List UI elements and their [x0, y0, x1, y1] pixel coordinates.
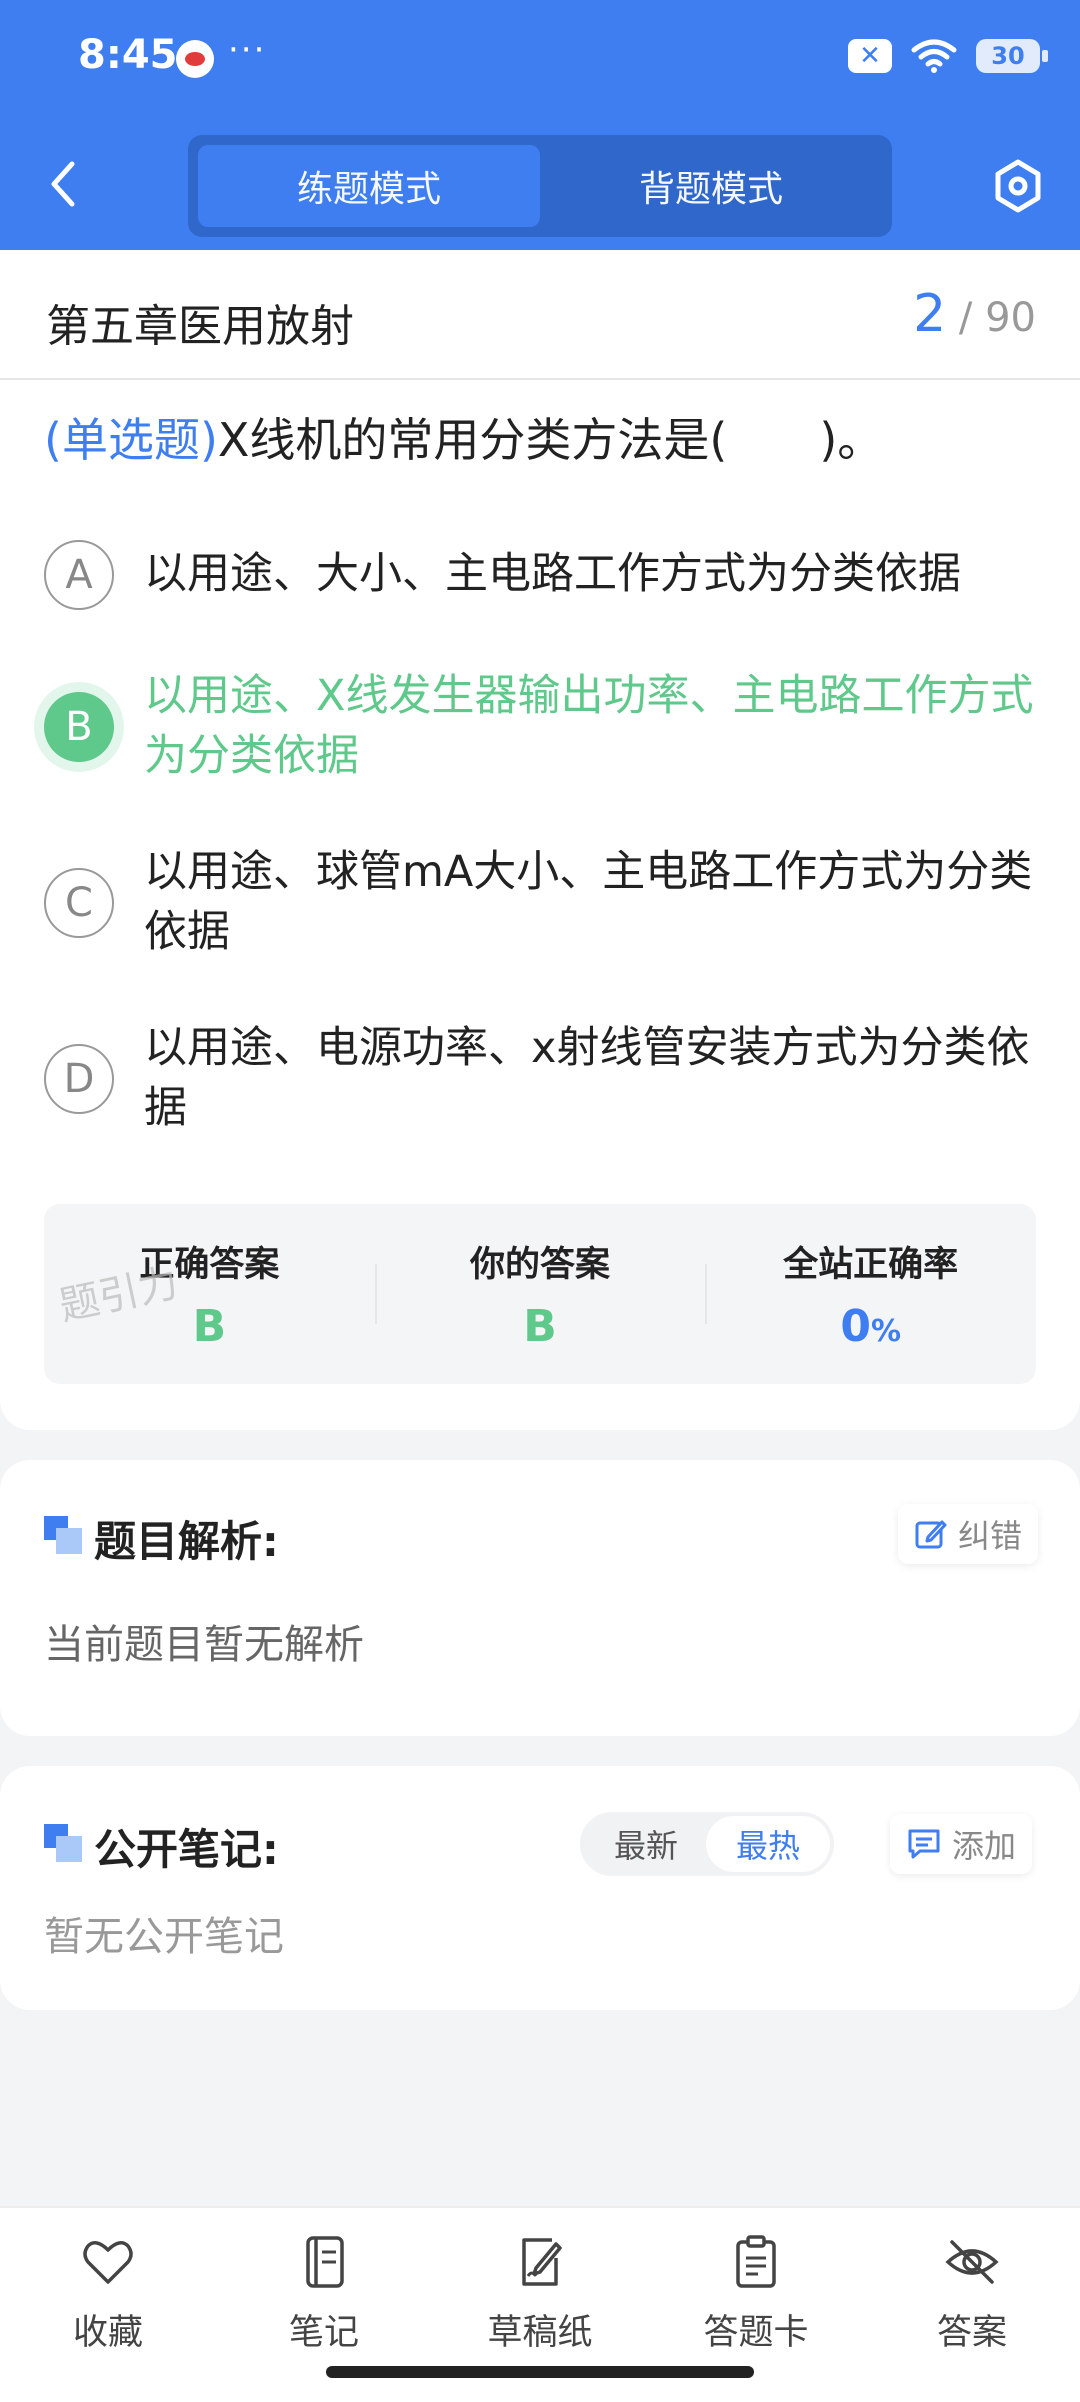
question-type: (单选题) [44, 413, 218, 467]
answer-sheet-icon [736, 2235, 776, 2288]
question-counter: 2 / 90 [913, 284, 1036, 344]
nav-answer[interactable]: 答案 [864, 2208, 1080, 2402]
add-note-button[interactable]: 添加 [890, 1814, 1033, 1874]
sort-latest[interactable]: 最新 [584, 1816, 708, 1872]
home-indicator[interactable] [326, 2366, 754, 2378]
edit-icon [915, 1520, 947, 1549]
analysis-title: 题目解析: [94, 1517, 279, 1566]
section-square-icon [44, 1824, 82, 1862]
option-d[interactable]: D 以用途、电源功率、x射线管安装方式为分类依据 [44, 1016, 1044, 1138]
status-time: 8:45 [78, 32, 178, 78]
analysis-card [0, 1460, 1080, 1736]
option-text: 以用途、大小、主电路工作方式为分类依据 [144, 549, 961, 599]
comment-icon [908, 1829, 940, 1859]
option-letter: D [44, 1044, 114, 1114]
notes-sort-toggle: 最新 最热 [580, 1812, 834, 1876]
option-c[interactable]: C 以用途、球管mA大小、主电路工作方式为分类依据 [44, 840, 1044, 962]
total-questions: / 90 [958, 295, 1036, 341]
option-text: 以用途、电源功率、x射线管安装方式为分类依据 [144, 1023, 1030, 1133]
draft-icon [522, 2238, 562, 2286]
nav-notes-label: 笔记 [288, 2313, 359, 2353]
chapter-title: 第五章医用放射 [46, 301, 354, 352]
site-correct-rate-value: 0% [840, 1301, 901, 1352]
status-more-dots: ··· [228, 30, 267, 70]
back-icon[interactable] [46, 160, 80, 208]
rate-number: 0 [840, 1301, 871, 1352]
no-sim-icon: ✕ [848, 39, 892, 73]
notes-title: 公开笔记: [94, 1825, 279, 1874]
tab-memorize-mode[interactable]: 背题模式 [540, 145, 882, 227]
option-a[interactable]: A 以用途、大小、主电路工作方式为分类依据 [44, 540, 1044, 610]
current-question-number: 2 [913, 284, 947, 344]
mode-toggle: 练题模式 背题模式 [188, 135, 892, 237]
question-text: (单选题)X线机的常用分类方法是( )。 [44, 408, 1044, 472]
site-correct-rate: 全站正确率 0% [705, 1204, 1036, 1384]
notebook-icon [306, 2236, 344, 2288]
option-text: 以用途、球管mA大小、主电路工作方式为分类依据 [144, 847, 1033, 957]
answer-summary: 正确答案 B 你的答案 B 全站正确率 0% [44, 1204, 1036, 1384]
your-answer-label: 你的答案 [470, 1245, 611, 1285]
notes-body: 暂无公开笔记 [44, 1914, 284, 1960]
notification-app-icon [176, 40, 214, 78]
tab-practice-mode[interactable]: 练题模式 [198, 145, 540, 227]
notes-card [0, 1766, 1080, 2010]
option-b[interactable]: B 以用途、X线发生器输出功率、主电路工作方式为分类依据 [44, 664, 1044, 786]
status-icons: ✕ 30 [848, 38, 1048, 74]
option-text: 以用途、X线发生器输出功率、主电路工作方式为分类依据 [144, 671, 1034, 781]
analysis-body: 当前题目暂无解析 [44, 1622, 364, 1668]
nav-answer-label: 答案 [936, 2313, 1007, 2353]
eye-off-icon [945, 2240, 999, 2284]
site-correct-rate-label: 全站正确率 [783, 1245, 959, 1285]
option-letter: C [44, 868, 114, 938]
wifi-icon [911, 39, 957, 73]
nav-favorite[interactable]: 收藏 [0, 2208, 216, 2402]
correct-answer-value: B [192, 1301, 227, 1352]
your-answer: 你的答案 B [374, 1204, 706, 1384]
section-square-icon [44, 1516, 82, 1554]
add-note-label: 添加 [952, 1827, 1017, 1865]
report-error-label: 纠错 [958, 1517, 1023, 1555]
nav-draft-label: 草稿纸 [487, 2313, 593, 2353]
nav-answer-sheet-label: 答题卡 [703, 2313, 809, 2353]
settings-icon[interactable] [992, 158, 1044, 214]
option-letter: B [44, 692, 114, 762]
report-error-button[interactable]: 纠错 [898, 1504, 1039, 1564]
rate-unit: % [870, 1314, 902, 1349]
battery-icon: 30 [976, 39, 1048, 73]
question-stem: X线机的常用分类方法是( )。 [217, 413, 884, 467]
your-answer-value: B [523, 1301, 557, 1352]
heart-icon [83, 2241, 133, 2284]
option-letter: A [44, 540, 114, 610]
nav-favorite-label: 收藏 [72, 2313, 143, 2353]
sort-hot[interactable]: 最热 [706, 1816, 830, 1872]
divider [0, 378, 1080, 380]
